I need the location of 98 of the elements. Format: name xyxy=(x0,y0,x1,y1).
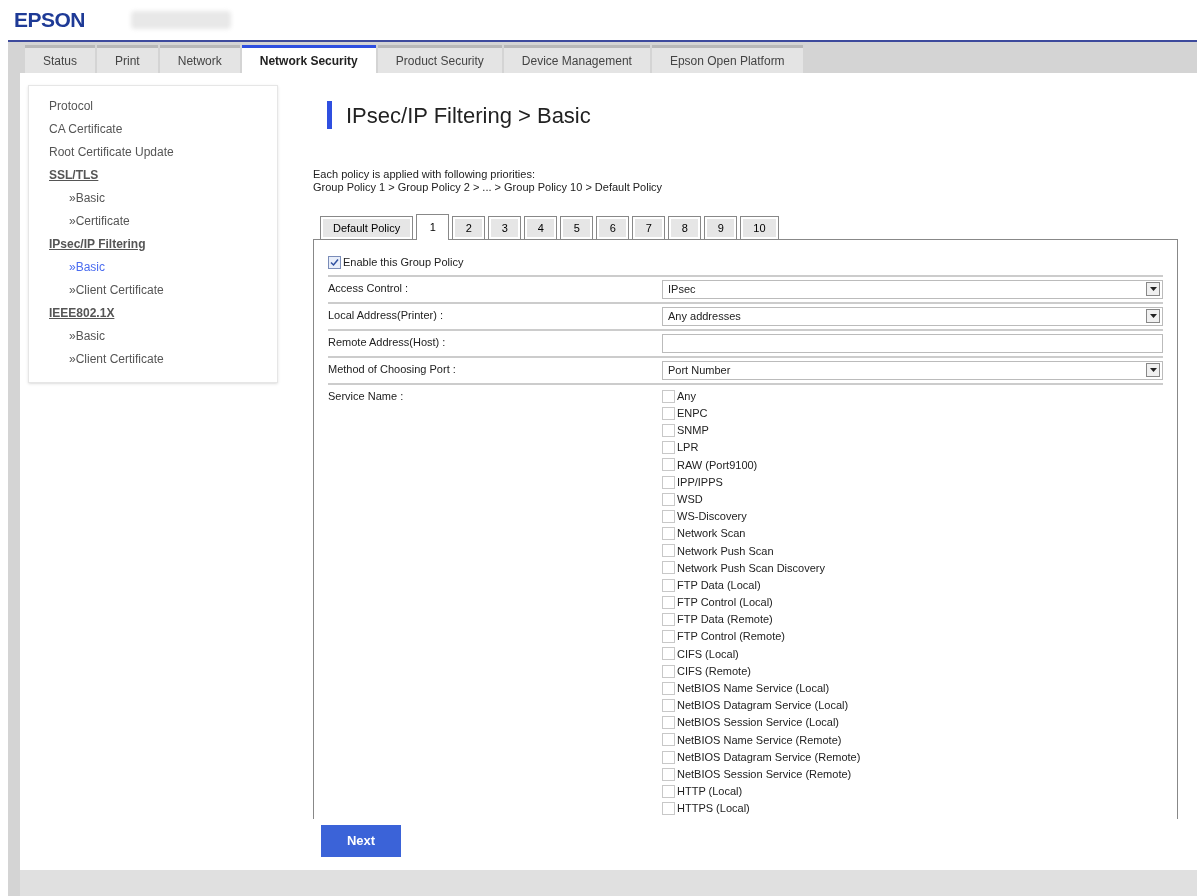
nav-tab[interactable]: Print xyxy=(97,45,158,73)
checkbox-label: WS-Discovery xyxy=(677,509,747,525)
brand-logo: EPSON xyxy=(14,7,85,34)
sidebar-link[interactable]: »Basic xyxy=(69,326,106,345)
sidebar-link[interactable]: »Certificate xyxy=(69,211,130,230)
field-label: Method of Choosing Port : xyxy=(328,361,457,377)
sidebar-link[interactable]: »Basic xyxy=(69,257,106,276)
checkbox[interactable] xyxy=(662,423,675,437)
next-button[interactable]: Next xyxy=(321,825,401,857)
field-label: Local Address(Printer) : xyxy=(328,307,444,323)
checkbox-label: FTP Data (Remote) xyxy=(677,612,773,628)
checkbox[interactable] xyxy=(662,647,675,661)
checkbox-label: CIFS (Remote) xyxy=(677,663,751,679)
checkbox-label: LPR xyxy=(677,440,699,456)
nav-tab[interactable]: Device Management xyxy=(503,45,650,73)
checkbox-label: RAW (Port9100) xyxy=(677,457,758,473)
checkbox[interactable] xyxy=(662,802,675,816)
policy-tab[interactable]: 9 xyxy=(704,216,738,239)
checkbox-label: NetBIOS Name Service (Local) xyxy=(677,681,830,697)
policy-tab[interactable]: 10 xyxy=(740,216,779,239)
checkbox-label: ENPC xyxy=(677,406,708,422)
checkbox-label: HTTP (Local) xyxy=(677,784,743,800)
checkbox[interactable] xyxy=(662,664,675,678)
policy-tab[interactable]: 5 xyxy=(560,216,594,239)
checkbox-label: FTP Data (Local) xyxy=(677,577,761,593)
sidebar-link[interactable]: Protocol xyxy=(49,96,94,115)
policy-tab[interactable]: 8 xyxy=(668,216,702,239)
checkbox[interactable] xyxy=(662,630,675,644)
checkbox-label: FTP Control (Remote) xyxy=(677,629,785,645)
checkbox[interactable] xyxy=(662,509,675,523)
checkbox[interactable] xyxy=(662,544,675,558)
checkbox-label: IPP/IPPS xyxy=(677,474,723,490)
checkbox[interactable] xyxy=(662,527,675,541)
sidebar-link[interactable]: CA Certificate xyxy=(49,119,123,138)
checkbox-label: Enable this Group Policy xyxy=(343,255,464,270)
checkbox-label: NetBIOS Datagram Service (Local) xyxy=(677,698,849,714)
field-label: Remote Address(Host) : xyxy=(328,334,447,350)
checkbox[interactable] xyxy=(662,595,675,609)
policy-tab[interactable]: 4 xyxy=(524,216,558,239)
sidebar-link[interactable]: Root Certificate Update xyxy=(49,142,174,161)
checkbox-label: SNMP xyxy=(677,423,709,439)
checkbox[interactable] xyxy=(662,613,675,627)
sidebar-heading[interactable]: IPsec/IP Filtering xyxy=(49,234,146,253)
dropdown[interactable]: Any addresses xyxy=(662,306,1163,326)
checkbox[interactable] xyxy=(662,458,675,472)
checkbox-label: FTP Control (Local) xyxy=(677,595,773,611)
checkbox[interactable] xyxy=(662,389,675,403)
checkbox-label: Network Push Scan Discovery xyxy=(677,560,825,576)
checkbox-label: NetBIOS Session Service (Remote) xyxy=(677,766,852,782)
nav-tab[interactable]: Status xyxy=(25,45,96,73)
description-text: Each policy is applied with following priorities: xyxy=(313,168,536,181)
policy-tab[interactable]: 2 xyxy=(452,216,486,239)
checkbox[interactable] xyxy=(662,767,675,781)
page-title: IPsec/IP Filtering > Basic xyxy=(346,101,591,130)
nav-tab[interactable]: Network Security xyxy=(241,45,376,73)
checkbox[interactable] xyxy=(662,578,675,592)
checkbox[interactable] xyxy=(662,681,675,695)
checkbox[interactable] xyxy=(662,716,675,730)
checkbox-label: Network Scan xyxy=(677,526,746,542)
field-label: Access Control : xyxy=(328,280,410,296)
checkbox[interactable] xyxy=(662,750,675,764)
nav-tab[interactable]: Epson Open Platform xyxy=(651,45,803,73)
nav-tab[interactable]: Network xyxy=(159,45,240,73)
policy-tab[interactable]: 7 xyxy=(632,216,666,239)
checkbox[interactable] xyxy=(662,441,675,455)
checkbox-label: NetBIOS Datagram Service (Remote) xyxy=(677,749,861,765)
nav-tab[interactable]: Product Security xyxy=(377,45,502,73)
checkbox[interactable] xyxy=(662,698,675,712)
policy-tab[interactable]: 1 xyxy=(416,214,450,240)
sidebar-link[interactable]: »Client Certificate xyxy=(69,349,164,368)
checkbox-label: WSD xyxy=(677,491,703,507)
field-label: Service Name : xyxy=(328,388,405,404)
checkbox-label: NetBIOS Name Service (Remote) xyxy=(677,732,842,748)
checkbox-label: HTTPS (Local) xyxy=(677,801,750,817)
dropdown[interactable]: IPsec xyxy=(662,279,1163,299)
sidebar-link[interactable]: »Client Certificate xyxy=(69,280,164,299)
sidebar-heading[interactable]: IEEE802.1X xyxy=(49,303,115,322)
input-field[interactable] xyxy=(662,333,1163,353)
checkbox[interactable] xyxy=(662,784,675,798)
checkbox[interactable] xyxy=(662,561,675,575)
checkbox[interactable] xyxy=(662,492,675,506)
checkbox[interactable] xyxy=(328,255,341,269)
checkbox[interactable] xyxy=(662,406,675,420)
description-text: Group Policy 1 > Group Policy 2 > ... > Group Policy 10 > Default Policy xyxy=(313,181,664,194)
checkbox-label: NetBIOS Session Service (Local) xyxy=(677,715,839,731)
checkmark-icon xyxy=(330,257,339,267)
dropdown[interactable]: Port Number xyxy=(662,360,1163,380)
checkbox-label: CIFS (Local) xyxy=(677,646,739,662)
policy-tab[interactable]: Default Policy xyxy=(320,216,414,239)
sidebar-link[interactable]: »Basic xyxy=(69,188,106,207)
policy-tab[interactable]: 6 xyxy=(596,216,630,239)
policy-tab[interactable]: 3 xyxy=(488,216,522,239)
checkbox-label: Any xyxy=(677,388,696,404)
checkbox[interactable] xyxy=(662,733,675,747)
sidebar-heading[interactable]: SSL/TLS xyxy=(49,165,99,184)
title-accent-bar xyxy=(327,101,332,129)
checkbox-label: Network Push Scan xyxy=(677,543,774,559)
checkbox[interactable] xyxy=(662,475,675,489)
